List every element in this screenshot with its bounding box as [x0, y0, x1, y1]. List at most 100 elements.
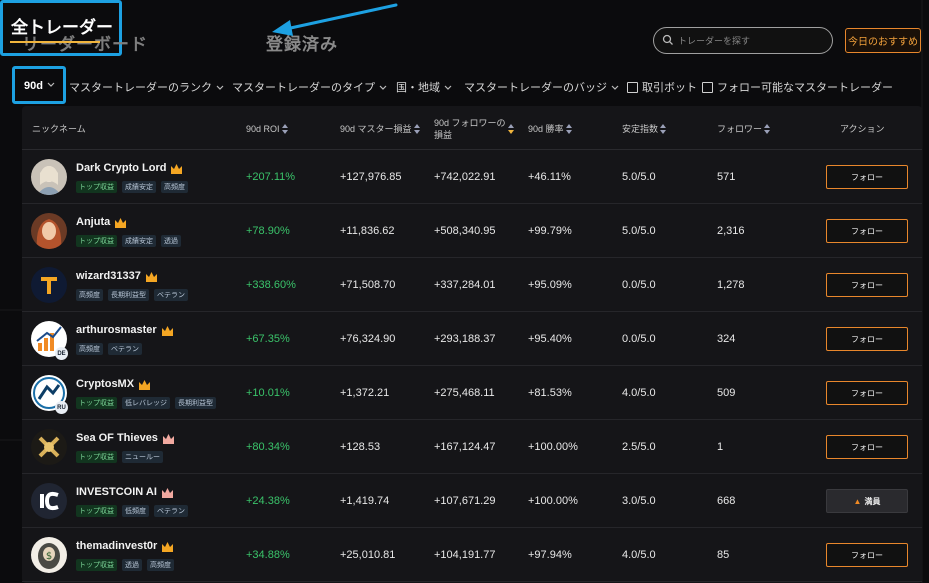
trader-tag: 成績安定 [122, 235, 156, 247]
trader-tag: 長期利益型 [108, 289, 149, 301]
full-button[interactable]: ▲ 満員 [826, 489, 908, 513]
trader-tag: 高頻度 [76, 343, 103, 355]
followers-value: 1 [717, 441, 724, 453]
trader-tag: 透過 [161, 235, 181, 247]
table-row[interactable]: RU CryptosMX トップ収益 低レバレッジ 長期利益型 +10.01% +1,372… [22, 366, 922, 420]
trader-tag: 低レバレッジ [122, 397, 170, 409]
trader-tag: トップ収益 [76, 235, 117, 247]
col-win-rate[interactable]: 90d 勝率 [528, 123, 572, 135]
trader-tag: トップ収益 [76, 559, 117, 571]
trader-tag: ベテラン [108, 343, 142, 355]
followable-checkbox[interactable]: フォロー可能なマスタートレーダー [702, 79, 893, 95]
follow-button[interactable]: フォロー [826, 165, 908, 189]
avatar[interactable] [31, 159, 67, 195]
action-label: フォロー [851, 280, 883, 290]
master-pnl-value: +25,010.81 [340, 549, 396, 561]
follow-button[interactable]: フォロー [826, 219, 908, 243]
trader-name[interactable]: wizard31337 [76, 270, 158, 282]
follow-button[interactable]: フォロー [826, 381, 908, 405]
master-pnl-value: +127,976.85 [340, 171, 402, 183]
avatar[interactable]: $ [31, 537, 67, 573]
trader-tag: ベテラン [154, 289, 188, 301]
table-row[interactable]: $ themadinvest0r トップ収益 透過 高頻度 +34.88% +25,010.… [22, 528, 922, 582]
trader-tag: 高頻度 [147, 559, 174, 571]
chevron-down-icon [47, 82, 55, 87]
master-pnl-value: +11,836.62 [340, 225, 395, 237]
region-dropdown-label: 国・地域 [396, 82, 440, 94]
checkbox-icon [627, 81, 638, 93]
period-value: 90d [24, 80, 43, 92]
trader-name[interactable]: Anjuta [76, 216, 127, 228]
badge-dropdown[interactable]: マスタートレーダーのバッジ [464, 79, 619, 95]
trader-name[interactable]: INVESTCOIN AI [76, 486, 174, 498]
follower-pnl-value: +337,284.01 [434, 279, 496, 291]
sort-icon [565, 124, 572, 134]
sort-icon [281, 124, 288, 134]
table-row[interactable]: INVESTCOIN AI トップ収益 低頻度 ベテラン +24.38% +1,419.7… [22, 474, 922, 528]
svg-text:$: $ [46, 551, 52, 562]
followers-value: 85 [717, 549, 730, 561]
trader-tags: トップ収益 成績安定 高頻度 [76, 181, 188, 193]
action-label: 満員 [864, 496, 881, 506]
top-tabs: リーダーボード 全トレーダー 登録済み 今日のおすすめ [0, 0, 929, 66]
follow-button[interactable]: フォロー [826, 327, 908, 351]
followers-value: 1,278 [717, 279, 745, 291]
roi-value: +207.11% [246, 171, 296, 183]
period-dropdown[interactable]: 90d [12, 66, 66, 104]
stability-value: 3.0/5.0 [622, 495, 656, 507]
follow-button[interactable]: フォロー [826, 543, 908, 567]
todays-recommendation-button[interactable]: 今日のおすすめ [845, 28, 921, 53]
trader-search-box[interactable] [653, 27, 833, 54]
follow-button[interactable]: フォロー [826, 273, 908, 297]
table-row[interactable]: wizard31337 高頻度 長期利益型 ベテラン +338.60% +71,508.7… [22, 258, 922, 312]
rank-crown-icon [170, 163, 183, 174]
trader-name[interactable]: themadinvest0r [76, 540, 174, 552]
col-follower-pnl[interactable]: 90d フォロワーの 損益 [434, 117, 514, 141]
follow-button[interactable]: フォロー [826, 435, 908, 459]
col-nickname: ニックネーム [32, 124, 86, 134]
win-rate-value: +99.79% [528, 225, 572, 237]
avatar[interactable] [31, 429, 67, 465]
win-rate-value: +100.00% [528, 495, 578, 507]
table-row[interactable]: Sea OF Thieves トップ収益 ニュールー +80.34% +128.53 +1… [22, 420, 922, 474]
rank-dropdown[interactable]: マスタートレーダーのランク [69, 79, 224, 95]
trader-name[interactable]: Sea OF Thieves [76, 432, 175, 444]
trader-name[interactable]: CryptosMX [76, 378, 151, 390]
avatar[interactable] [31, 483, 67, 519]
rank-crown-icon [145, 271, 158, 282]
roi-value: +10.01% [246, 387, 290, 399]
stability-value: 0.0/5.0 [622, 279, 656, 291]
trading-bot-checkbox[interactable]: 取引ボット [627, 79, 697, 95]
trader-tags: トップ収益 成績安定 透過 [76, 235, 181, 247]
table-row[interactable]: Anjuta トップ収益 成績安定 透過 +78.90% +11,836.62 +508,3… [22, 204, 922, 258]
followers-value: 571 [717, 171, 736, 183]
trader-tag: 低頻度 [122, 505, 149, 517]
trader-tags: トップ収益 低頻度 ベテラン [76, 505, 188, 517]
follower-pnl-value: +167,124.47 [434, 441, 496, 453]
table-row[interactable]: DE arthurosmaster 高頻度 ベテラン +67.35% +76,324.90… [22, 312, 922, 366]
col-followers[interactable]: フォロワー [717, 123, 771, 135]
col-stability[interactable]: 安定指数 [622, 123, 667, 135]
chevron-down-icon [379, 85, 387, 90]
action-label: フォロー [851, 334, 883, 344]
trader-tag: 高頻度 [76, 289, 103, 301]
search-input[interactable] [678, 32, 828, 50]
avatar[interactable] [31, 267, 67, 303]
win-rate-value: +46.11% [528, 171, 571, 183]
win-rate-value: +81.53% [528, 387, 572, 399]
region-dropdown[interactable]: 国・地域 [396, 79, 452, 95]
rank-crown-icon [161, 541, 174, 552]
trader-tag: トップ収益 [76, 397, 117, 409]
trader-tag: 成績安定 [122, 181, 156, 193]
type-dropdown[interactable]: マスタートレーダーのタイプ [232, 79, 387, 95]
col-master-pnl[interactable]: 90d マスター損益 [340, 123, 420, 135]
rank-dropdown-label: マスタートレーダーのランク [69, 82, 212, 94]
col-roi[interactable]: 90d ROI [246, 123, 288, 135]
trader-name[interactable]: arthurosmaster [76, 324, 174, 336]
trader-tag: ニュールー [122, 451, 163, 463]
badge-dropdown-label: マスタートレーダーのバッジ [464, 82, 607, 94]
traders-table: ニックネーム 90d ROI 90d マスター損益 90d フォロワーの 損益 9… [22, 106, 922, 583]
table-row[interactable]: Dark Crypto Lord トップ収益 成績安定 高頻度 +207.11% +127… [22, 150, 922, 204]
avatar[interactable] [31, 213, 67, 249]
trader-name[interactable]: Dark Crypto Lord [76, 162, 183, 174]
